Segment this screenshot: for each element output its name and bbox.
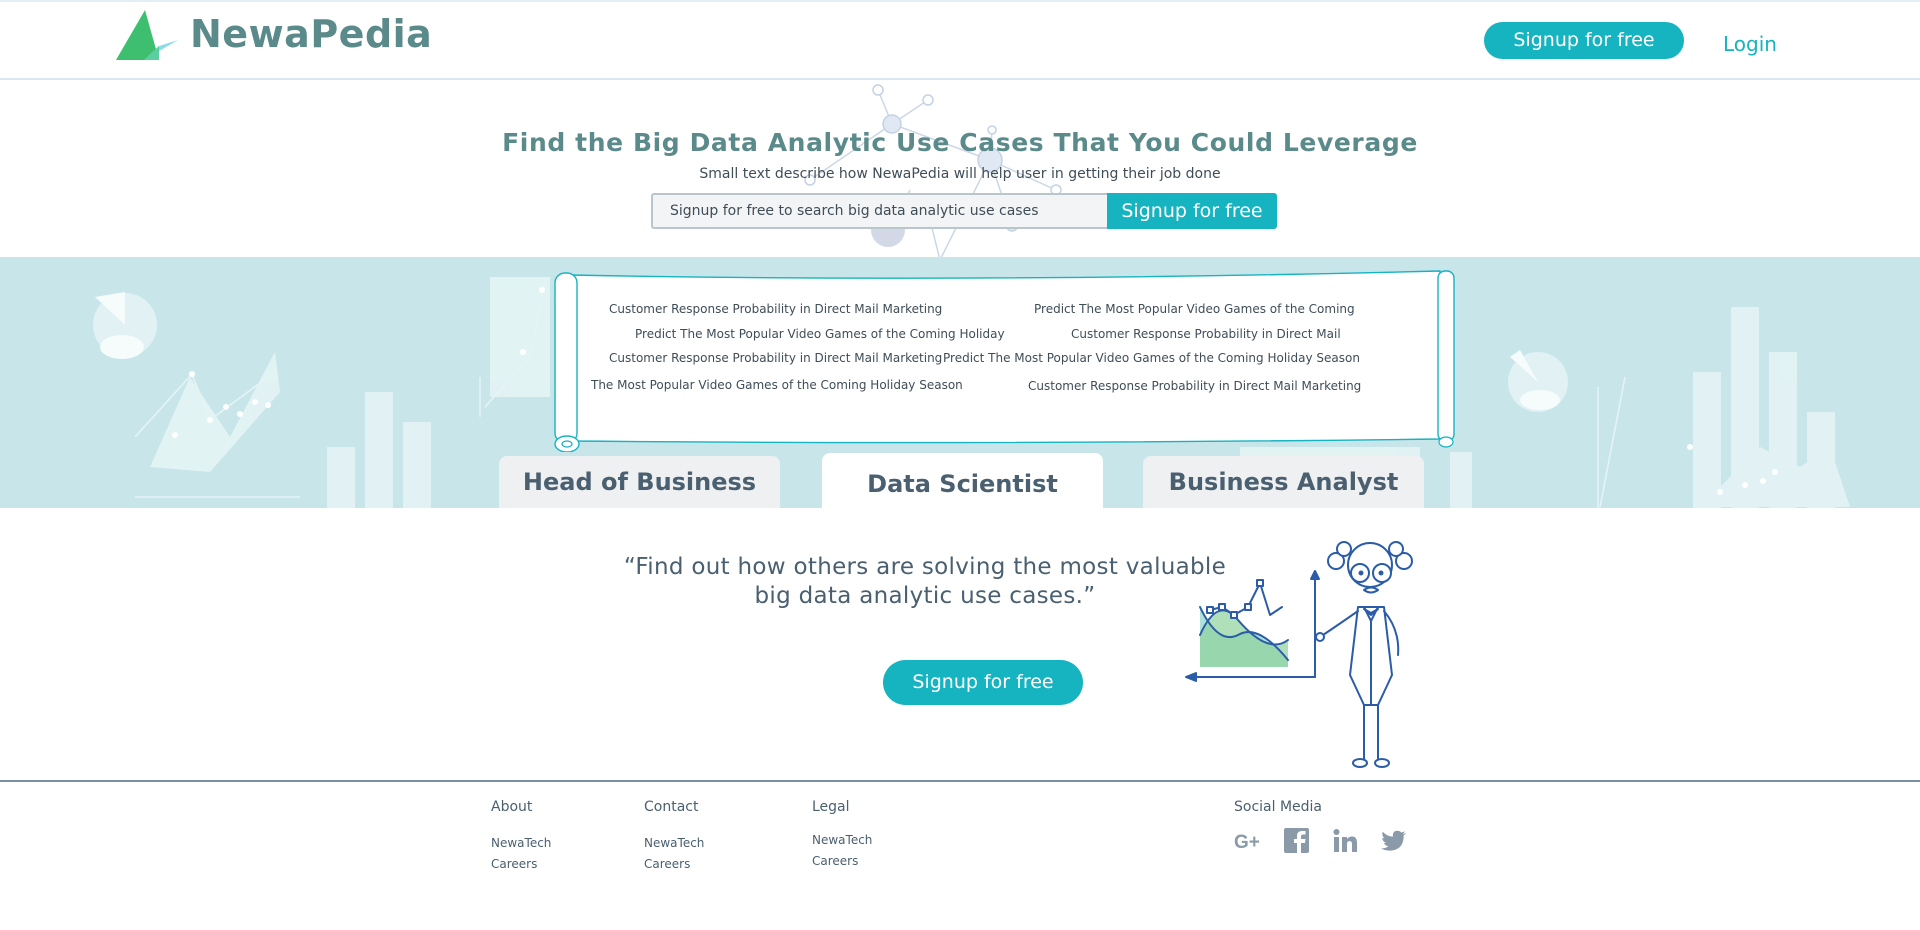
footer-contact-link[interactable]: NewaTech <box>644 836 704 850</box>
footer-social-title: Social Media <box>1234 799 1323 815</box>
svg-text:G+: G+ <box>1234 832 1260 853</box>
footer-legal-link[interactable]: Careers <box>812 854 858 868</box>
use-case-item[interactable]: Predict The Most Popular Video Games of … <box>1034 302 1355 316</box>
footer-about-title[interactable]: About <box>491 799 532 815</box>
scientist-illustration <box>1185 541 1413 768</box>
use-case-item[interactable]: The Most Popular Video Games of the Comi… <box>591 378 963 392</box>
footer-legal-link[interactable]: NewaTech <box>812 833 872 847</box>
footer-legal-title[interactable]: Legal <box>812 799 850 815</box>
use-cases-band: Customer Response Probability in Direct … <box>0 257 1920 508</box>
use-case-item[interactable]: Predict The Most Popular Video Games of … <box>635 327 1005 341</box>
login-link[interactable]: Login <box>1723 32 1777 56</box>
hero-section: Find the Big Data Analytic Use Cases Tha… <box>0 80 1920 280</box>
hero-title: Find the Big Data Analytic Use Cases Tha… <box>502 128 1418 157</box>
tab-head-of-business[interactable]: Head of Business <box>499 456 780 508</box>
use-case-item[interactable]: Customer Response Probability in Direct … <box>1028 379 1361 393</box>
main-signup-button[interactable]: Signup for free <box>883 660 1083 705</box>
search-input[interactable]: Signup for free to search big data analy… <box>651 193 1109 229</box>
tab-data-scientist[interactable]: Data Scientist <box>822 453 1103 508</box>
header-signup-button[interactable]: Signup for free <box>1484 22 1684 59</box>
use-case-item[interactable]: Customer Response Probability in Direct … <box>1071 327 1341 341</box>
tab-business-analyst[interactable]: Business Analyst <box>1143 456 1424 508</box>
newapedia-logo-icon[interactable] <box>114 10 180 62</box>
footer-about-link[interactable]: NewaTech <box>491 836 551 850</box>
search-signup-button[interactable]: Signup for free <box>1107 193 1277 229</box>
twitter-icon[interactable] <box>1379 826 1409 856</box>
use-case-item[interactable]: Customer Response Probability in Direct … <box>609 351 942 365</box>
footer-about-link[interactable]: Careers <box>491 857 537 871</box>
footer-contact-link[interactable]: Careers <box>644 857 690 871</box>
top-navbar: NewaPedia Signup for free Login <box>0 0 1920 80</box>
facebook-icon[interactable] <box>1282 826 1312 856</box>
footer-contact-title[interactable]: Contact <box>644 799 698 815</box>
google-plus-icon[interactable]: G+ <box>1234 826 1264 856</box>
footer-divider <box>0 780 1920 782</box>
linkedin-icon[interactable] <box>1330 826 1360 856</box>
use-case-item[interactable]: Predict The Most Popular Video Games of … <box>943 351 1360 365</box>
hero-subtitle: Small text describe how NewaPedia will h… <box>699 166 1221 182</box>
use-case-item[interactable]: Customer Response Probability in Direct … <box>609 302 942 316</box>
brand-name[interactable]: NewaPedia <box>190 12 432 56</box>
